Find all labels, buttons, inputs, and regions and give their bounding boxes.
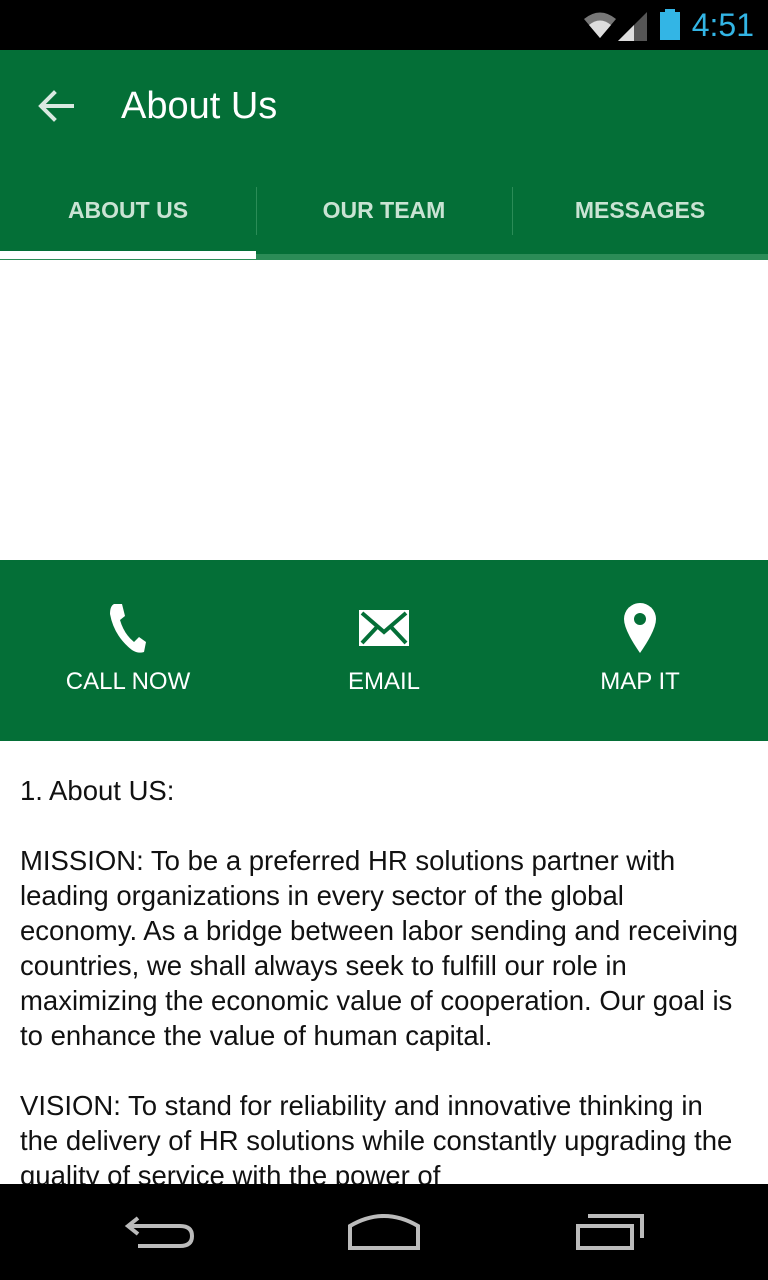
contact-action-bar: CALL NOW EMAIL MAP IT xyxy=(0,560,768,741)
status-bar: 4:51 xyxy=(0,0,768,50)
wifi-icon xyxy=(584,12,616,38)
call-now-label: CALL NOW xyxy=(65,668,191,695)
about-content: 1. About US: MISSION: To be a preferred … xyxy=(20,773,748,1184)
content-heading: 1. About US: xyxy=(20,775,175,806)
tab-about-us[interactable]: ABOUT US xyxy=(0,162,256,260)
tab-our-team[interactable]: OUR TEAM xyxy=(256,162,512,260)
vision-text: VISION: To stand for reliability and inn… xyxy=(20,1090,733,1184)
signal-icon xyxy=(618,12,647,41)
tab-label: ABOUT US xyxy=(67,196,189,223)
tab-messages[interactable]: MESSAGES xyxy=(512,162,768,260)
tab-bar: ABOUT US OUR TEAM MESSAGES xyxy=(0,162,768,260)
back-arrow-icon[interactable] xyxy=(36,86,76,126)
map-pin-icon xyxy=(624,603,656,653)
map-it-label: MAP IT xyxy=(600,668,680,695)
page-title: About Us xyxy=(121,85,278,127)
status-time: 4:51 xyxy=(691,7,754,43)
email-label: EMAIL xyxy=(347,668,421,695)
tab-label: MESSAGES xyxy=(574,196,706,223)
app-bar: About Us xyxy=(0,50,768,162)
mission-text: MISSION: To be a preferred HR solutions … xyxy=(20,845,739,1051)
tab-label: OUR TEAM xyxy=(322,196,446,223)
map-it-button[interactable]: MAP IT xyxy=(512,560,768,741)
phone-icon xyxy=(110,604,146,653)
call-now-button[interactable]: CALL NOW xyxy=(0,560,256,741)
email-button[interactable]: EMAIL xyxy=(256,560,512,741)
back-nav-icon[interactable] xyxy=(124,1210,196,1254)
envelope-icon xyxy=(359,610,409,646)
home-nav-icon[interactable] xyxy=(346,1210,422,1254)
system-nav-bar xyxy=(0,1184,768,1280)
header-image-area xyxy=(0,260,768,560)
recents-nav-icon[interactable] xyxy=(574,1210,646,1254)
tab-selected-indicator xyxy=(0,251,256,259)
battery-icon xyxy=(660,9,680,40)
